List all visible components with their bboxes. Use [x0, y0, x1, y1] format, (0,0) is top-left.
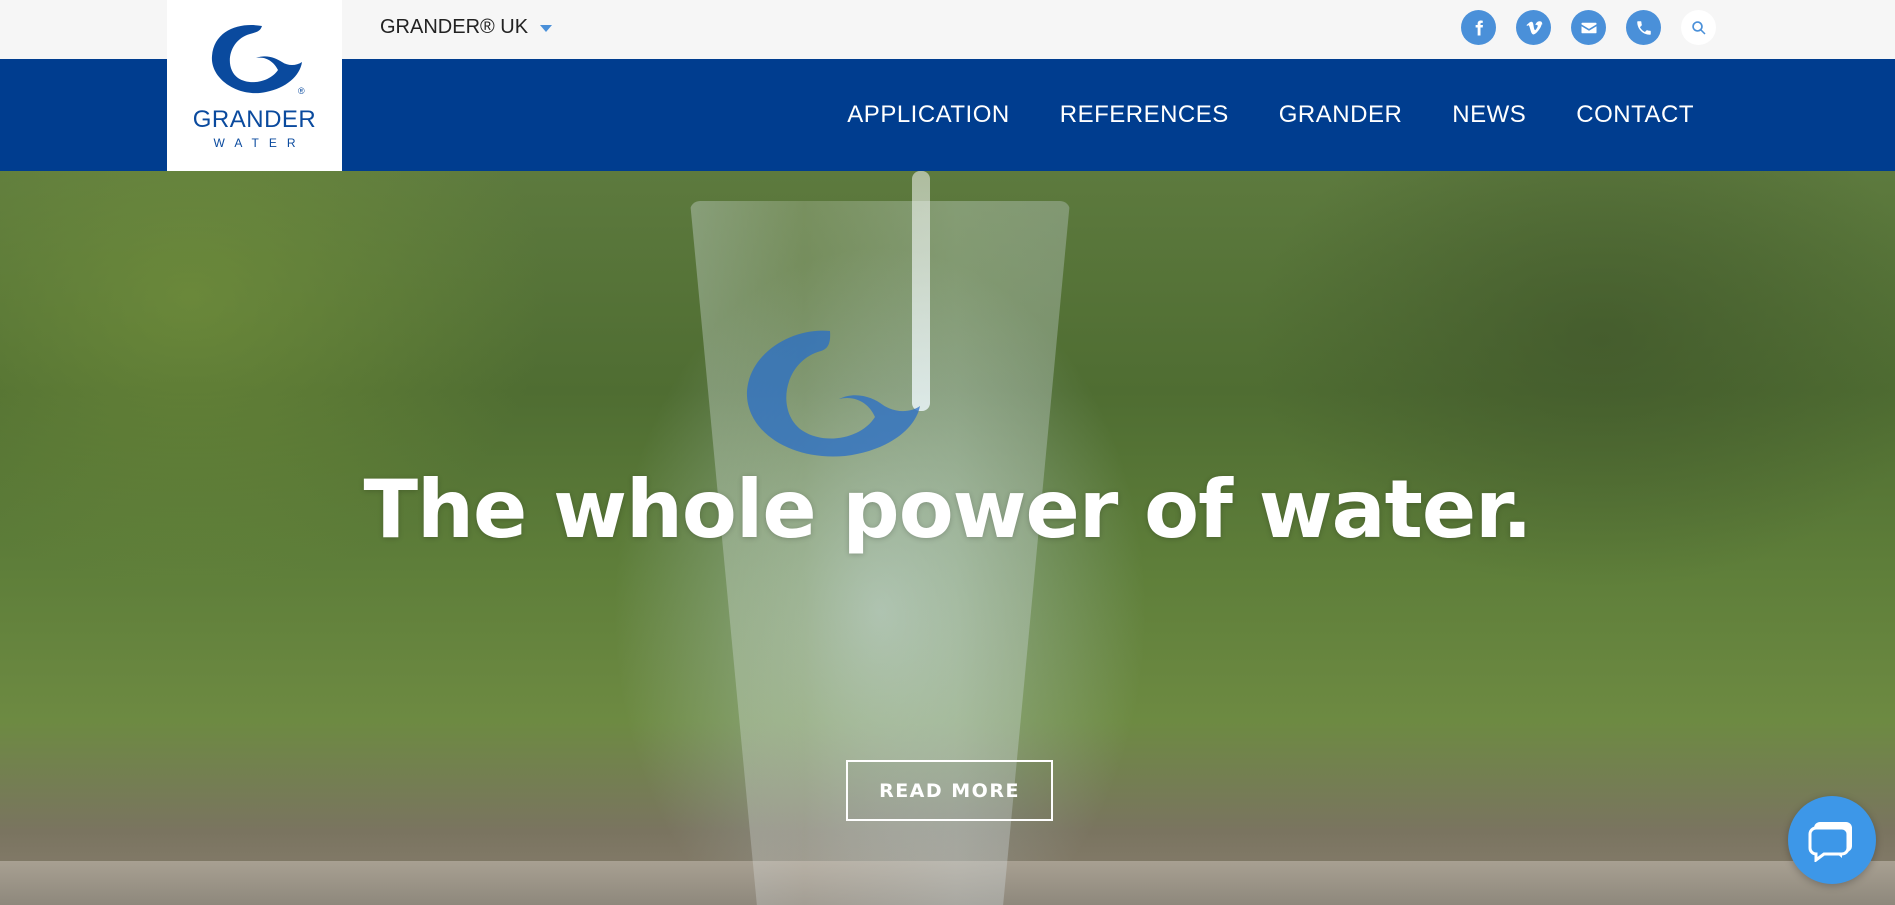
- grander-logo-mark-icon: ®: [211, 25, 305, 96]
- logo-tagline: WATER: [213, 136, 306, 150]
- region-label: GRANDER® UK: [380, 16, 529, 38]
- search-icon[interactable]: [1681, 10, 1716, 45]
- headline-text: The whole: [363, 463, 843, 556]
- headline-bold-power: power: [842, 463, 1118, 556]
- region-selector[interactable]: GRANDER® UK: [380, 16, 553, 39]
- email-icon[interactable]: [1571, 10, 1606, 45]
- chat-button[interactable]: [1788, 796, 1876, 884]
- read-more-button[interactable]: READ MORE: [846, 760, 1053, 821]
- nav-item-contact[interactable]: CONTACT: [1576, 101, 1694, 129]
- headline-text: .: [1502, 463, 1532, 556]
- social-links: [1461, 10, 1716, 45]
- logo-wordmark: GRANDER: [192, 106, 317, 133]
- chat-bubble-icon: [1808, 822, 1852, 862]
- nav-item-news[interactable]: NEWS: [1452, 101, 1526, 129]
- facebook-icon[interactable]: [1461, 10, 1496, 45]
- headline-text: of: [1117, 463, 1259, 556]
- main-nav: APPLICATION REFERENCES GRANDER NEWS CONT…: [847, 59, 1694, 171]
- nav-item-references[interactable]: REFERENCES: [1060, 101, 1229, 129]
- vimeo-icon[interactable]: [1516, 10, 1551, 45]
- svg-text:®: ®: [298, 86, 305, 96]
- hero-headline: The whole power of water.: [0, 463, 1895, 556]
- nav-item-grander[interactable]: GRANDER: [1279, 101, 1403, 129]
- hero-banner: The whole power of water. READ MORE: [0, 171, 1895, 905]
- grander-logo[interactable]: ® GRANDER WATER: [167, 0, 342, 171]
- nav-item-application[interactable]: APPLICATION: [847, 101, 1009, 129]
- phone-icon[interactable]: [1626, 10, 1661, 45]
- glass-logo-icon: [746, 330, 920, 457]
- chevron-down-icon: [540, 25, 553, 32]
- headline-bold-water: water: [1258, 463, 1503, 556]
